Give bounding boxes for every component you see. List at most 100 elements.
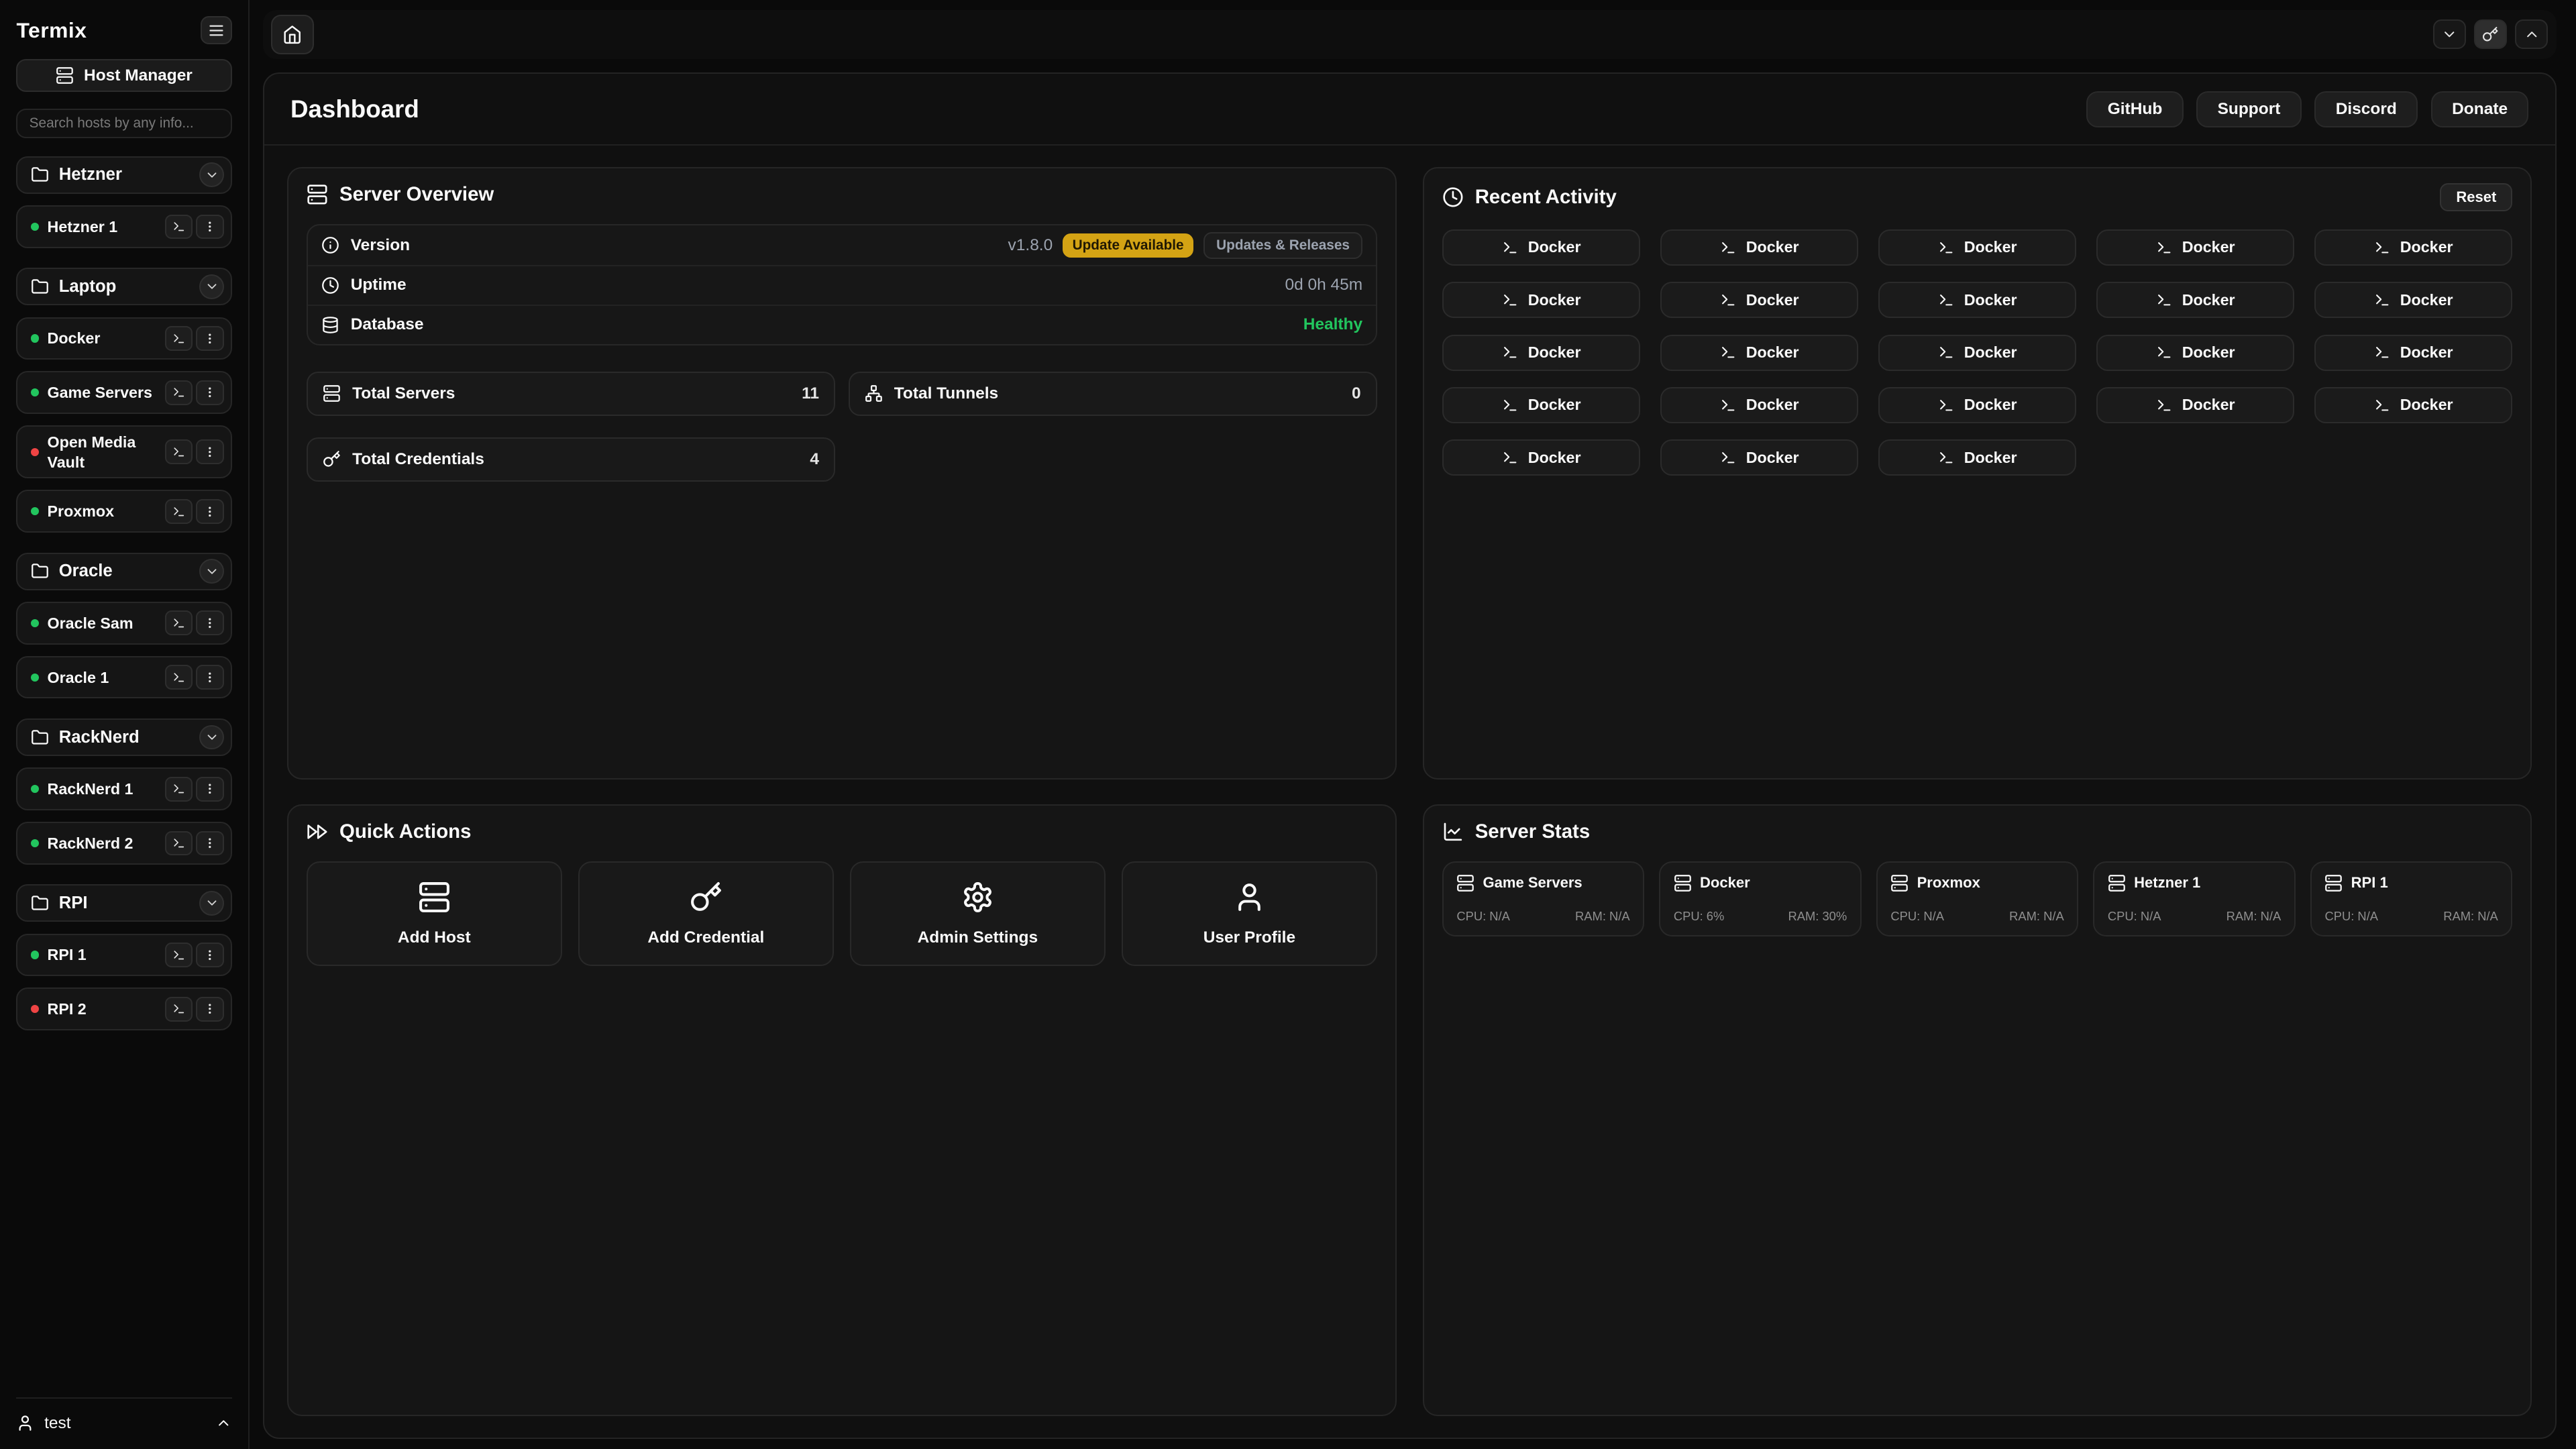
host-row[interactable]: Open Media Vault	[16, 425, 231, 478]
activity-item-button[interactable]: Docker	[1442, 229, 1641, 266]
support-button[interactable]: Support	[2196, 91, 2302, 127]
host-menu-button[interactable]	[196, 610, 224, 635]
host-row[interactable]: Hetzner 1	[16, 205, 231, 248]
activity-item-button[interactable]: Docker	[1442, 282, 1641, 318]
activity-item-button[interactable]: Docker	[1442, 439, 1641, 476]
group-collapse-button[interactable]	[199, 162, 224, 187]
activity-item-button[interactable]: Docker	[2314, 229, 2513, 266]
activity-item-button[interactable]: Docker	[1660, 335, 1859, 371]
activity-item-button[interactable]: Docker	[1660, 387, 1859, 423]
host-menu-button[interactable]	[196, 439, 224, 464]
host-menu-button[interactable]	[196, 777, 224, 802]
discord-button[interactable]: Discord	[2314, 91, 2418, 127]
activity-item-button[interactable]: Docker	[1442, 387, 1641, 423]
add-host-tile[interactable]: Add Host	[307, 861, 562, 967]
activity-item-button[interactable]: Docker	[1878, 387, 2077, 423]
tab-home[interactable]	[271, 15, 314, 54]
host-terminal-button[interactable]	[165, 943, 193, 967]
group-header-laptop[interactable]: Laptop	[16, 268, 231, 305]
total-box-total-servers: Total Servers11	[307, 372, 835, 416]
activity-item-button[interactable]: Docker	[2314, 282, 2513, 318]
stat-tile[interactable]: RPI 1CPU: N/ARAM: N/A	[2310, 861, 2513, 937]
tab-actions	[2433, 19, 2548, 49]
activity-item-button[interactable]: Docker	[1660, 439, 1859, 476]
activity-item-button[interactable]: Docker	[1660, 282, 1859, 318]
host-menu-button[interactable]	[196, 831, 224, 856]
stat-tile[interactable]: Game ServersCPU: N/ARAM: N/A	[1442, 861, 1645, 937]
add-credential-tile[interactable]: Add Credential	[578, 861, 834, 967]
group-header-oracle[interactable]: Oracle	[16, 553, 231, 590]
activity-item-button[interactable]: Docker	[2314, 387, 2513, 423]
activity-item-button[interactable]: Docker	[2314, 335, 2513, 371]
user-profile-tile[interactable]: User Profile	[1122, 861, 1377, 967]
activity-item-button[interactable]: Docker	[1878, 282, 2077, 318]
group-collapse-button[interactable]	[199, 725, 224, 750]
status-dot-online	[31, 839, 39, 847]
host-menu-button[interactable]	[196, 499, 224, 524]
tab-scroll-down-button[interactable]	[2433, 19, 2466, 49]
host-menu-button[interactable]	[196, 665, 224, 690]
group-collapse-button[interactable]	[199, 559, 224, 584]
group-label: Oracle	[59, 561, 190, 581]
stat-ram: RAM: N/A	[2226, 909, 2282, 924]
host-row[interactable]: RackNerd 1	[16, 767, 231, 810]
host-terminal-button[interactable]	[165, 665, 193, 690]
host-row[interactable]: Proxmox	[16, 490, 231, 533]
host-row[interactable]: RackNerd 2	[16, 822, 231, 865]
activity-item-label: Docker	[2182, 396, 2235, 414]
host-row[interactable]: RPI 2	[16, 987, 231, 1030]
group-header-racknerd[interactable]: RackNerd	[16, 718, 231, 756]
activity-item-button[interactable]: Docker	[1878, 335, 2077, 371]
stat-tile[interactable]: DockerCPU: 6%RAM: 30%	[1659, 861, 1862, 937]
host-row[interactable]: Game Servers	[16, 371, 231, 414]
activity-item-button[interactable]: Docker	[2096, 335, 2295, 371]
page-title: Dashboard	[290, 95, 419, 123]
host-terminal-button[interactable]	[165, 215, 193, 239]
credentials-button[interactable]	[2474, 19, 2507, 49]
group-collapse-button[interactable]	[199, 891, 224, 916]
user-menu[interactable]: test	[16, 1397, 231, 1432]
host-row[interactable]: Oracle 1	[16, 656, 231, 699]
donate-button[interactable]: Donate	[2431, 91, 2529, 127]
reset-button[interactable]: Reset	[2440, 183, 2512, 211]
sidebar-menu-button[interactable]	[201, 16, 232, 44]
activity-item-button[interactable]: Docker	[2096, 387, 2295, 423]
host-actions	[165, 777, 224, 802]
host-terminal-button[interactable]	[165, 997, 193, 1022]
stat-tile[interactable]: ProxmoxCPU: N/ARAM: N/A	[1876, 861, 2079, 937]
stat-tile[interactable]: Hetzner 1CPU: N/ARAM: N/A	[2093, 861, 2296, 937]
host-terminal-button[interactable]	[165, 499, 193, 524]
activity-item-button[interactable]: Docker	[2096, 282, 2295, 318]
host-menu-button[interactable]	[196, 943, 224, 967]
host-menu-button[interactable]	[196, 326, 224, 351]
updates-releases-button[interactable]: Updates & Releases	[1203, 232, 1362, 259]
group-header-rpi[interactable]: RPI	[16, 884, 231, 922]
activity-item-button[interactable]: Docker	[1442, 335, 1641, 371]
host-manager-button[interactable]: Host Manager	[16, 59, 231, 92]
host-menu-button[interactable]	[196, 997, 224, 1022]
host-terminal-button[interactable]	[165, 439, 193, 464]
host-menu-button[interactable]	[196, 380, 224, 405]
host-terminal-button[interactable]	[165, 326, 193, 351]
host-row[interactable]: Docker	[16, 317, 231, 360]
host-row[interactable]: RPI 1	[16, 934, 231, 977]
activity-item-button[interactable]: Docker	[1878, 229, 2077, 266]
terminal-icon	[1502, 397, 1518, 413]
admin-settings-tile[interactable]: Admin Settings	[850, 861, 1106, 967]
host-menu-button[interactable]	[196, 215, 224, 239]
activity-item-button[interactable]: Docker	[2096, 229, 2295, 266]
host-row[interactable]: Oracle Sam	[16, 602, 231, 645]
activity-item-button[interactable]: Docker	[1878, 439, 2077, 476]
host-terminal-button[interactable]	[165, 610, 193, 635]
quick-action-label: User Profile	[1203, 928, 1295, 947]
host-terminal-button[interactable]	[165, 380, 193, 405]
group-header-hetzner[interactable]: Hetzner	[16, 156, 231, 194]
github-button[interactable]: GitHub	[2086, 91, 2183, 127]
host-search-input[interactable]	[16, 109, 231, 138]
host-terminal-button[interactable]	[165, 777, 193, 802]
tab-scroll-up-button[interactable]	[2515, 19, 2548, 49]
activity-item-button[interactable]: Docker	[1660, 229, 1859, 266]
stat-cpu: CPU: 6%	[1674, 909, 1725, 924]
group-collapse-button[interactable]	[199, 274, 224, 299]
host-terminal-button[interactable]	[165, 831, 193, 856]
